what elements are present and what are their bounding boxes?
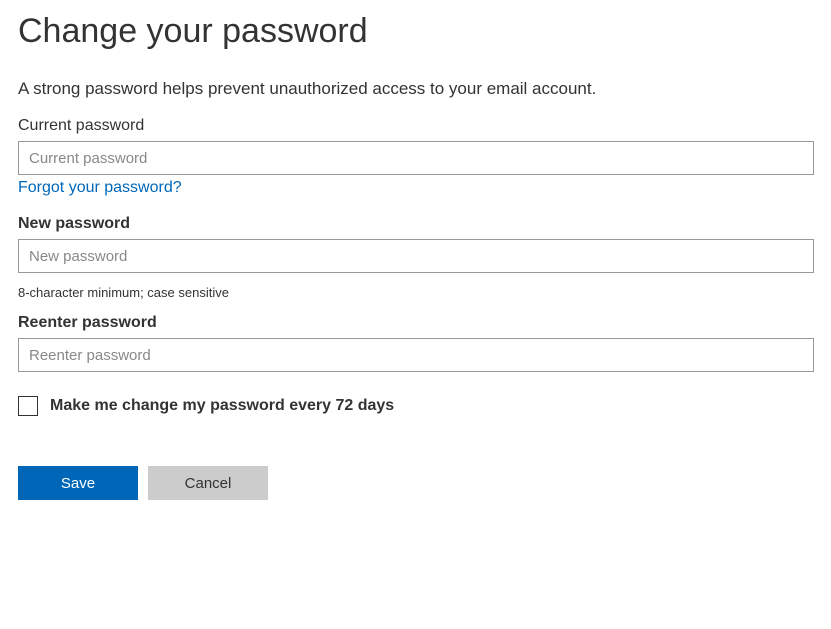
save-button[interactable]: Save	[18, 466, 138, 500]
reenter-password-label: Reenter password	[18, 314, 813, 332]
button-row: Save Cancel	[18, 466, 813, 500]
page-description: A strong password helps prevent unauthor…	[18, 79, 813, 99]
reenter-password-input[interactable]	[18, 338, 814, 372]
reenter-password-group: Reenter password	[18, 314, 813, 372]
current-password-input[interactable]	[18, 141, 814, 175]
cancel-button[interactable]: Cancel	[148, 466, 268, 500]
forgot-password-link[interactable]: Forgot your password?	[18, 179, 182, 197]
expiry-checkbox-row: Make me change my password every 72 days	[18, 396, 813, 416]
new-password-label: New password	[18, 215, 813, 233]
current-password-label: Current password	[18, 117, 813, 135]
password-hint: 8-character minimum; case sensitive	[18, 285, 813, 300]
current-password-group: Current password Forgot your password?	[18, 117, 813, 197]
page-title: Change your password	[18, 12, 813, 51]
expiry-checkbox-label: Make me change my password every 72 days	[50, 397, 394, 415]
new-password-group: New password	[18, 215, 813, 273]
expiry-checkbox[interactable]	[18, 396, 38, 416]
new-password-input[interactable]	[18, 239, 814, 273]
